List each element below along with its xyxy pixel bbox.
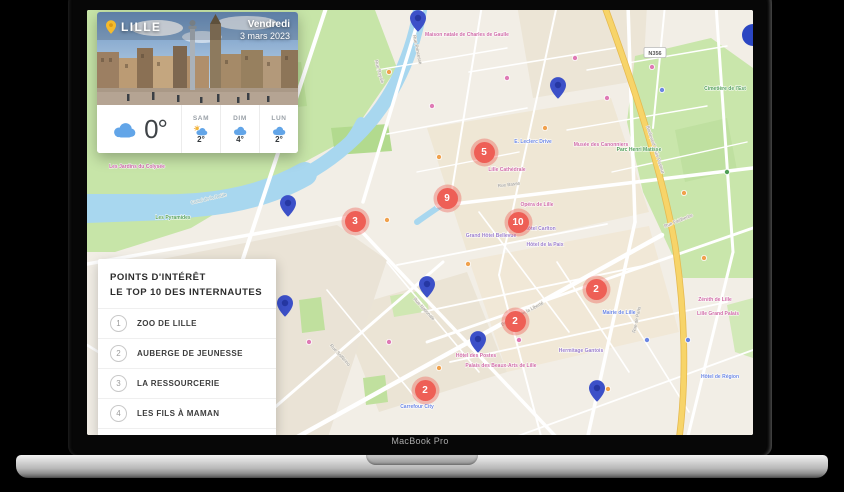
weekday-label: Vendredi (240, 19, 290, 30)
map-cluster-marker-3[interactable]: 3 (345, 211, 366, 232)
poi-item[interactable]: 3 LA RESSOURCERIE (98, 368, 276, 398)
forecast-col: SAM 2° (181, 105, 220, 153)
poi-name: LA RESSOURCERIE (137, 379, 220, 388)
forecast-temp: 2° (275, 135, 283, 144)
base-notch (366, 455, 478, 465)
map-pin-marker[interactable] (277, 295, 293, 317)
forecast-col: DIM 4° (220, 105, 259, 153)
scene: N356Rue NationaleBoulevard de la Liberté… (0, 0, 844, 492)
forecast-strip: SAM 2° DIM 4° LUN 2° (181, 105, 298, 153)
cloud-icon (111, 120, 138, 139)
date-label: 3 mars 2023 (240, 31, 290, 41)
date-block: Vendredi 3 mars 2023 (240, 19, 290, 41)
forecast-col: LUN 2° (259, 105, 298, 153)
poi-title-line1: POINTS D'INTÉRÊT (110, 270, 264, 285)
poi-item[interactable]: 1 ZOO DE LILLE (98, 308, 276, 338)
poi-name: ZOO DE LILLE (137, 319, 197, 328)
map-cluster-marker-2[interactable]: 2 (586, 279, 607, 300)
city-header: LILLE (106, 20, 161, 34)
laptop-screen: N356Rue NationaleBoulevard de la Liberté… (87, 10, 753, 435)
map-pin-marker[interactable] (589, 380, 605, 402)
weather-widget: LILLE Vendredi 3 mars 2023 0° SAM 2° DIM 4°… (97, 12, 298, 153)
poi-item[interactable]: 2 AUBERGE DE JEUNESSE (98, 338, 276, 368)
map-pin-marker[interactable] (550, 77, 566, 99)
map-cluster-marker-10[interactable]: 10 (508, 212, 529, 233)
poi-name: AUBERGE DE JEUNESSE (137, 349, 243, 358)
sun-cloud-icon (193, 123, 209, 134)
poi-rank: 3 (110, 375, 127, 392)
poi-title-line2: LE TOP 10 DES INTERNAUTES (110, 285, 264, 300)
map-cluster-marker-9[interactable]: 9 (437, 188, 458, 209)
laptop-base (16, 455, 828, 478)
poi-panel-title: POINTS D'INTÉRÊT LE TOP 10 DES INTERNAUT… (98, 259, 276, 308)
map-cluster-marker-2[interactable]: 2 (505, 311, 526, 332)
weather-body: 0° SAM 2° DIM 4° LUN 2° (97, 105, 298, 153)
forecast-temp: 4° (236, 135, 244, 144)
map-pin-marker[interactable] (280, 195, 296, 217)
laptop-lid: N356Rue NationaleBoulevard de la Liberté… (68, 0, 772, 456)
forecast-day: LUN (271, 115, 286, 122)
poi-rank: 1 (110, 315, 127, 332)
poi-name: LES FILS À MAMAN (137, 409, 219, 418)
city-pin-icon (106, 20, 116, 34)
forecast-day: DIM (233, 115, 247, 122)
poi-rank: 4 (110, 405, 127, 422)
map-pin-marker[interactable] (410, 10, 426, 32)
map-cluster-marker-5[interactable]: 5 (474, 142, 495, 163)
poi-rank: 2 (110, 345, 127, 362)
poi-panel: POINTS D'INTÉRÊT LE TOP 10 DES INTERNAUT… (98, 259, 276, 435)
map-pin-marker[interactable] (419, 276, 435, 298)
city-name: LILLE (121, 20, 161, 34)
current-weather: 0° (97, 105, 181, 153)
lille-photo: LILLE Vendredi 3 mars 2023 (97, 12, 298, 105)
map-pin-marker[interactable] (470, 331, 486, 353)
poi-item[interactable]: 4 LES FILS À MAMAN (98, 398, 276, 428)
cloud-icon (271, 123, 287, 134)
current-temp: 0° (144, 114, 167, 145)
poi-item-partial[interactable] (98, 428, 276, 435)
cloud-icon (232, 123, 248, 134)
map-cluster-marker-2[interactable]: 2 (415, 380, 436, 401)
forecast-day: SAM (193, 115, 209, 122)
poi-list: 1 ZOO DE LILLE 2 AUBERGE DE JEUNESSE 3 LA RES… (98, 308, 276, 428)
forecast-temp: 2° (197, 135, 205, 144)
macbook-pro-label: MacBook Pro (68, 436, 772, 446)
